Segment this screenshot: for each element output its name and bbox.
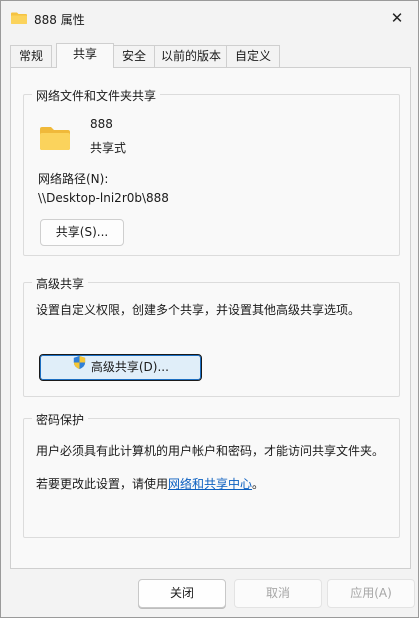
- change-setting-prefix: 若要更改此设置，请使用: [36, 477, 169, 491]
- sharing-status: 共享式: [90, 141, 127, 155]
- properties-window: 888 属性 ✕ 常规 共享 安全 以前的版本 自定义 网络文件和文件夹共享 8…: [0, 0, 419, 618]
- network-sharing-center-link[interactable]: 网络和共享中心: [168, 477, 252, 491]
- advanced-sharing-group: 高级共享 设置自定义权限，创建多个共享，并设置其他高级共享选项。 高级共享(D)…: [23, 275, 400, 397]
- password-protection-description: 用户必须具有此计算机的用户帐户和密码，才能访问共享文件夹。: [36, 444, 385, 458]
- folder-icon: [11, 12, 27, 24]
- network-sharing-title: 网络文件和文件夹共享: [32, 87, 161, 104]
- apply-button[interactable]: 应用(A): [327, 579, 415, 608]
- change-setting-text: 若要更改此设置，请使用网络和共享中心。: [36, 475, 264, 492]
- change-setting-suffix: 。: [252, 477, 265, 491]
- close-icon[interactable]: ✕: [384, 6, 410, 30]
- tab-security[interactable]: 安全: [112, 45, 156, 67]
- window-title: 888 属性: [34, 13, 85, 27]
- advanced-sharing-button-label: 高级共享(D)...: [90, 360, 169, 374]
- network-path-value: \\Desktop-lni2r0b\888: [38, 191, 169, 205]
- password-protection-group: 密码保护 用户必须具有此计算机的用户帐户和密码，才能访问共享文件夹。 若要更改此…: [23, 411, 400, 538]
- advanced-sharing-description: 设置自定义权限，创建多个共享，并设置其他高级共享选项。: [36, 303, 361, 317]
- network-sharing-group: 网络文件和文件夹共享 888 共享式 网络路径(N): \\Desktop-ln…: [23, 87, 400, 256]
- password-protection-title: 密码保护: [32, 411, 89, 428]
- network-path-label: 网络路径(N):: [38, 172, 109, 186]
- share-button[interactable]: 共享(S)...: [40, 219, 124, 246]
- tab-general[interactable]: 常规: [10, 45, 52, 67]
- uac-shield-icon: [72, 354, 87, 378]
- sharing-panel: 网络文件和文件夹共享 888 共享式 网络路径(N): \\Desktop-ln…: [10, 67, 411, 569]
- tab-previous-versions[interactable]: 以前的版本: [154, 45, 228, 67]
- close-button[interactable]: 关闭: [138, 579, 226, 608]
- tab-sharing[interactable]: 共享: [56, 43, 114, 68]
- cancel-button[interactable]: 取消: [234, 579, 322, 608]
- title-bar: 888 属性 ✕: [1, 1, 418, 35]
- advanced-sharing-title: 高级共享: [32, 275, 89, 292]
- folder-name: 888: [90, 117, 113, 131]
- tab-customize[interactable]: 自定义: [226, 45, 280, 67]
- advanced-sharing-button[interactable]: 高级共享(D)...: [39, 354, 202, 381]
- folder-icon: [40, 126, 70, 153]
